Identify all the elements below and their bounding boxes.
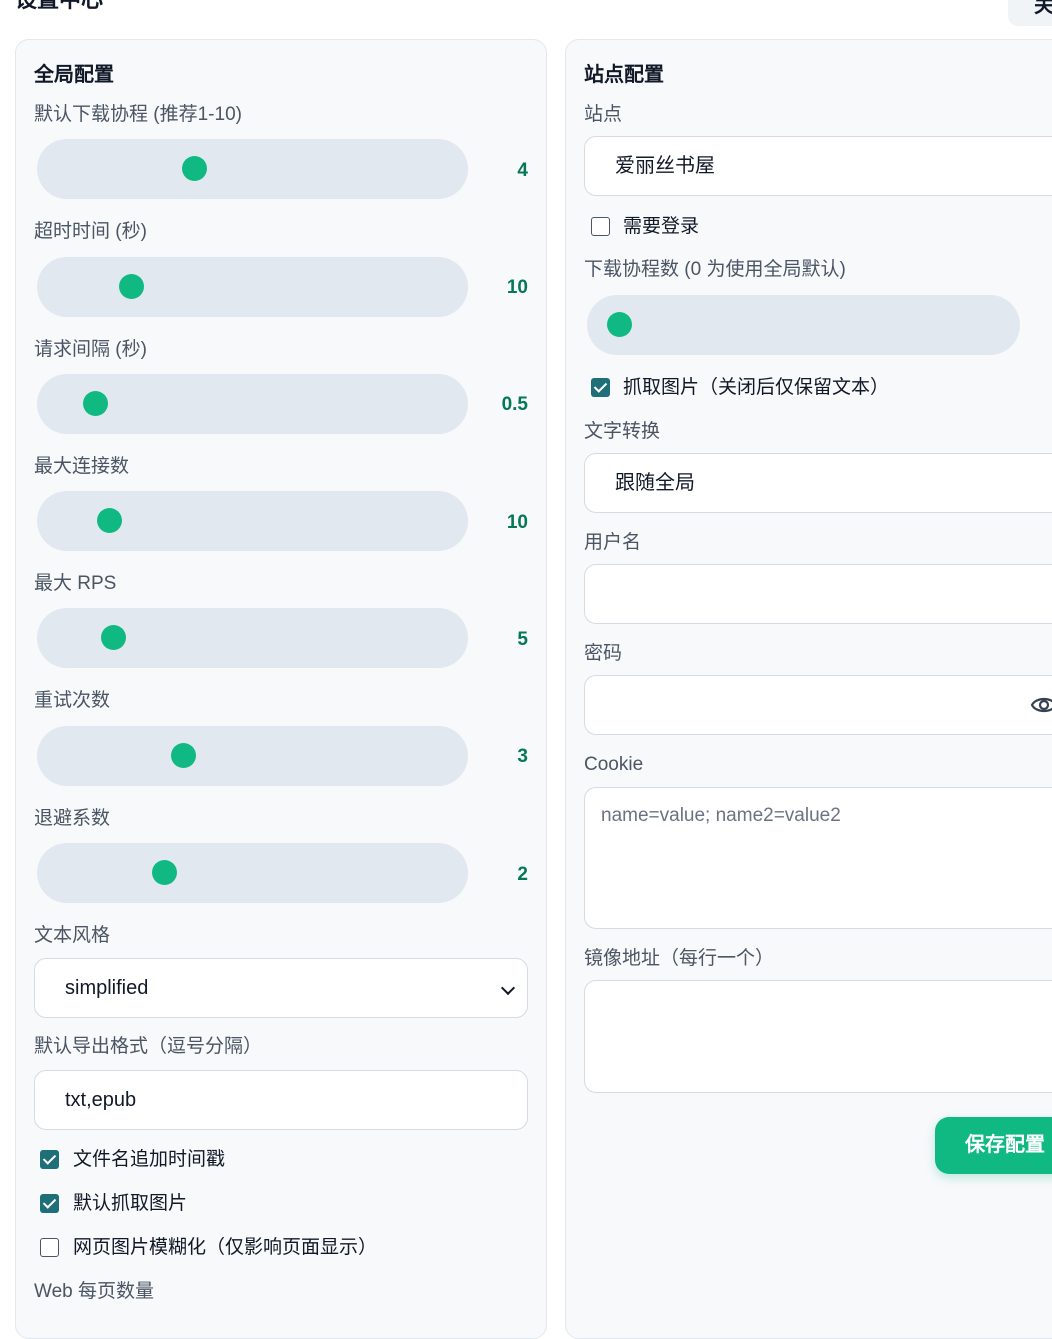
cookie-textarea[interactable]: name=value; name2=value2: [584, 787, 1052, 929]
eye-icon[interactable]: [1030, 692, 1052, 718]
interval-value: 0.5: [501, 394, 528, 415]
blur-images-checkbox[interactable]: [40, 1238, 59, 1257]
timeout-slider[interactable]: [37, 257, 468, 317]
slider-label-backoff: 退避系数: [34, 808, 111, 829]
slider-label-max-rps: 最大 RPS: [34, 573, 117, 594]
slider-thumb[interactable]: [82, 391, 108, 416]
export-format-label: 默认导出格式（逗号分隔）: [34, 1036, 263, 1057]
slider-thumb[interactable]: [181, 156, 207, 181]
chevron-down-icon: [500, 980, 516, 996]
concurrency-value: 4: [517, 160, 528, 181]
site-concurrency-label: 下载协程数 (0 为使用全局默认): [584, 259, 846, 280]
site-config-title: 站点配置: [584, 64, 664, 86]
timeout-value: 10: [506, 277, 528, 298]
slider-label-timeout: 超时时间 (秒): [34, 221, 147, 242]
page-size-label: Web 每页数量: [34, 1281, 155, 1302]
username-label: 用户名: [584, 532, 642, 553]
global-config-title: 全局配置: [34, 64, 114, 86]
text-style-value: simplified: [65, 977, 149, 999]
slider-label-retries: 重试次数: [34, 690, 111, 711]
slider-thumb[interactable]: [170, 743, 196, 768]
login-required-label: 需要登录: [623, 216, 700, 237]
text-style-select[interactable]: simplified: [34, 958, 528, 1018]
blur-images-label: 网页图片模糊化（仅影响页面显示）: [73, 1237, 378, 1258]
slider-thumb[interactable]: [607, 312, 632, 337]
username-input[interactable]: [584, 564, 1052, 624]
slider-label-max-connections: 最大连接数: [34, 456, 130, 477]
slider-thumb[interactable]: [97, 508, 123, 533]
max-rps-slider[interactable]: [37, 608, 468, 668]
concurrency-slider[interactable]: [37, 139, 468, 199]
global-config-panel: 全局配置 默认下载协程 (推荐1-10) 4 超时时间 (秒) 10 请求间隔 …: [15, 39, 547, 1339]
backoff-value: 2: [517, 864, 528, 885]
fetch-images-default-checkbox[interactable]: [40, 1194, 59, 1213]
slider-thumb[interactable]: [152, 860, 178, 885]
max-connections-value: 10: [506, 512, 528, 533]
interval-slider[interactable]: [37, 374, 468, 434]
close-button[interactable]: 关闭: [1008, 0, 1052, 26]
save-config-button[interactable]: 保存配置: [935, 1117, 1052, 1174]
cookie-label: Cookie: [584, 754, 644, 775]
slider-label-interval: 请求间隔 (秒): [34, 339, 147, 360]
conversion-select[interactable]: 跟随全局: [584, 453, 1052, 513]
password-input[interactable]: [584, 675, 1052, 735]
mirrors-textarea[interactable]: [584, 980, 1052, 1093]
timestamp-checkbox-label: 文件名追加时间戳: [73, 1149, 226, 1170]
timestamp-checkbox[interactable]: [40, 1150, 59, 1169]
fetch-images-label: 抓取图片（关闭后仅保留文本）: [623, 377, 890, 398]
mirrors-label: 镜像地址（每行一个）: [584, 948, 775, 969]
password-label: 密码: [584, 643, 623, 664]
fetch-images-checkbox[interactable]: [591, 378, 610, 397]
site-label: 站点: [584, 104, 623, 125]
fetch-images-default-label: 默认抓取图片: [73, 1193, 188, 1214]
text-style-label: 文本风格: [34, 925, 111, 946]
export-format-input[interactable]: txt,epub: [34, 1070, 528, 1130]
max-connections-slider[interactable]: [37, 491, 468, 551]
conversion-label: 文字转换: [584, 421, 661, 442]
slider-thumb[interactable]: [101, 625, 127, 650]
backoff-slider[interactable]: [37, 843, 468, 903]
retries-slider[interactable]: [37, 726, 468, 786]
site-select[interactable]: 爱丽丝书屋: [584, 136, 1052, 196]
site-concurrency-slider[interactable]: [587, 295, 1020, 355]
page-title: 设置中心: [15, 0, 103, 14]
retries-value: 3: [517, 746, 528, 767]
slider-thumb[interactable]: [119, 274, 145, 299]
login-required-checkbox[interactable]: [591, 217, 610, 236]
slider-label-concurrency: 默认下载协程 (推荐1-10): [34, 104, 242, 125]
max-rps-value: 5: [517, 629, 528, 650]
